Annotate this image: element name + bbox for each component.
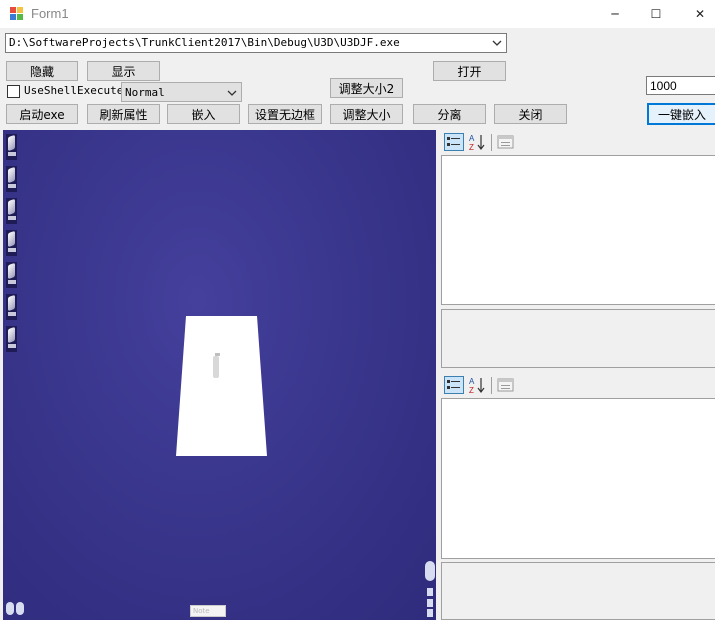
interval-input[interactable]: 1000 [646,76,715,95]
property-grid-top-toolbar: A Z [441,130,715,156]
nav-left-dot-2[interactable] [16,602,24,615]
app-icon [10,7,24,21]
open-button[interactable]: 打开 [433,61,506,81]
set-borderless-button[interactable]: 设置无边框 [248,104,322,124]
show-button[interactable]: 显示 [87,61,160,81]
close-button[interactable]: 关闭 [494,104,567,124]
zoom-out-icon[interactable] [427,609,433,617]
scale-box: Note [190,605,226,617]
toolbar-separator [491,377,492,394]
zoom-mid-icon[interactable] [427,599,433,607]
svg-text:Z: Z [469,386,474,394]
close-window-button[interactable]: ✕ [678,0,715,28]
svg-text:A: A [469,134,475,143]
embed-button[interactable]: 嵌入 [167,104,240,124]
resize-button[interactable]: 调整大小 [330,104,403,124]
property-pages-icon[interactable] [496,133,516,151]
minimize-icon: ─ [611,7,619,21]
maximize-button[interactable]: ☐ [634,0,678,28]
scene-white-panel [176,316,267,456]
refresh-properties-button[interactable]: 刷新属性 [87,104,160,124]
categorized-icon[interactable] [444,376,464,394]
chevron-down-icon [492,40,502,46]
exe-path-combobox[interactable]: D:\SoftwareProjects\TrunkClient2017\Bin\… [5,33,507,53]
property-grid-bottom-description [441,562,715,620]
categorized-icon[interactable] [444,133,464,151]
one-click-embed-button[interactable]: 一键嵌入 [647,103,715,125]
property-pages-icon[interactable] [496,376,516,394]
title-bar: Form1 ─ ☐ ✕ [0,0,715,28]
minimize-button[interactable]: ─ [593,0,637,28]
window-style-value: Normal [125,86,165,99]
exe-path-value: D:\SoftwareProjects\TrunkClient2017\Bin\… [9,36,400,49]
use-shell-execute-checkbox[interactable] [7,85,20,98]
property-grid-bottom-toolbar: A Z [441,373,715,399]
chevron-down-icon [227,90,237,96]
viewport-nav-right[interactable] [425,561,435,617]
embedded-app-viewport[interactable]: Note [3,130,436,620]
hide-button[interactable]: 隐藏 [6,61,78,81]
maximize-icon: ☐ [650,7,662,21]
nav-left-dot-1[interactable] [6,602,14,615]
property-grid-top-description [441,309,715,368]
window-title: Form1 [31,6,69,21]
start-exe-button[interactable]: 启动exe [6,104,78,124]
use-shell-execute-label: UseShellExecute [24,84,124,97]
alphabetical-icon[interactable]: A Z [467,133,487,151]
interval-value: 1000 [650,79,677,93]
zoom-in-icon[interactable] [427,588,433,596]
viewport-nav-left[interactable] [5,601,25,617]
property-grid-bottom-list[interactable] [441,398,715,559]
compass-icon[interactable] [425,561,435,581]
svg-text:A: A [469,377,475,386]
toolbar-separator [491,134,492,151]
window-style-select[interactable]: Normal [121,82,242,102]
svg-text:Z: Z [469,143,474,151]
resize2-button[interactable]: 调整大小2 [330,78,403,98]
detach-button[interactable]: 分离 [413,104,486,124]
alphabetical-icon[interactable]: A Z [467,376,487,394]
property-grid-top-list[interactable] [441,155,715,305]
close-icon: ✕ [694,7,706,21]
